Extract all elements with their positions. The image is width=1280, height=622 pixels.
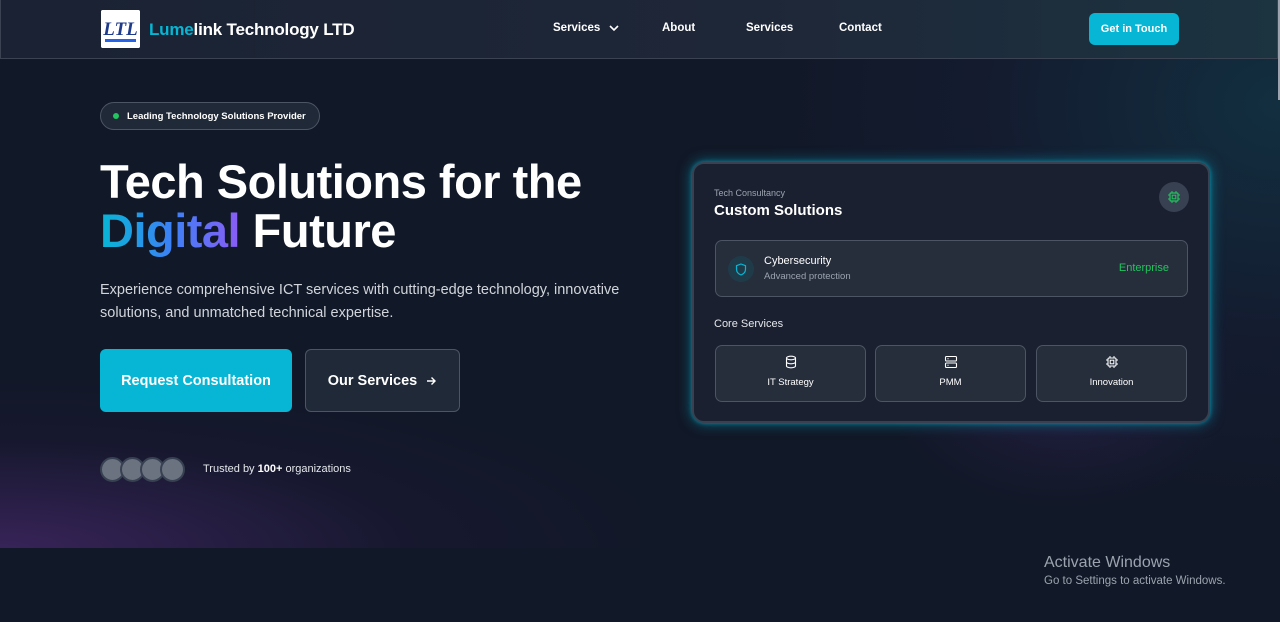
feature-subtitle: Advanced protection xyxy=(764,271,851,282)
company-logo[interactable]: LTL xyxy=(101,10,140,48)
cybersecurity-feature[interactable]: Cybersecurity Advanced protection Enterp… xyxy=(715,240,1188,297)
hero-title-line2: Future xyxy=(240,204,397,257)
nav-services-link-label: Services xyxy=(746,22,794,34)
activate-windows-subtitle: Go to Settings to activate Windows. xyxy=(1044,575,1226,587)
arrow-right-icon xyxy=(427,376,437,385)
status-dot-icon xyxy=(113,113,119,119)
brand-name-rest: link Technology LTD xyxy=(193,20,355,39)
cpu-icon xyxy=(1159,182,1189,212)
server-icon xyxy=(944,355,957,369)
site-header: LTL Lumelink Technology LTD Services Abo… xyxy=(0,0,1278,59)
nav-services-label: Services xyxy=(553,22,601,34)
hero-badge-label: Leading Technology Solutions Provider xyxy=(127,110,306,122)
hero-title-highlight: Digital xyxy=(100,204,241,257)
nav-about[interactable]: About xyxy=(662,22,695,34)
service-it-strategy[interactable]: IT Strategy xyxy=(715,345,866,402)
feature-title: Cybersecurity xyxy=(764,255,832,267)
hero-title-line1: Tech Solutions for the xyxy=(100,155,582,208)
trusted-prefix: Trusted by xyxy=(203,463,258,475)
svg-text:LTL: LTL xyxy=(102,19,137,40)
get-in-touch-button[interactable]: Get in Touch xyxy=(1089,13,1179,45)
nav-contact-label: Contact xyxy=(839,22,882,34)
database-icon xyxy=(785,355,796,369)
request-consultation-button[interactable]: Request Consultation xyxy=(100,349,292,412)
service-label: IT Strategy xyxy=(767,377,814,388)
service-label: Innovation xyxy=(1089,377,1134,388)
avatar-group xyxy=(100,457,190,483)
trusted-count: 100+ xyxy=(257,463,283,475)
service-pmm[interactable]: PMM xyxy=(875,345,1026,402)
trusted-by-text: Trusted by 100+ organizations xyxy=(203,463,351,475)
service-label: PMM xyxy=(939,377,962,388)
cpu-icon xyxy=(1105,356,1118,368)
core-services-label: Core Services xyxy=(714,318,784,330)
hero-description: Experience comprehensive ICT services wi… xyxy=(100,282,620,321)
hero-title: Tech Solutions for the Digital Future xyxy=(100,157,582,255)
brand-name[interactable]: Lumelink Technology LTD xyxy=(149,20,355,40)
nav-services-dropdown[interactable]: Services xyxy=(553,22,620,34)
solutions-card: Tech Consultancy Custom Solutions Cybers… xyxy=(692,162,1210,423)
chevron-down-icon xyxy=(608,25,619,32)
service-innovation[interactable]: Innovation xyxy=(1036,345,1187,402)
nav-services[interactable]: Services xyxy=(746,22,793,34)
activate-windows-title: Activate Windows xyxy=(1044,554,1171,571)
card-title: Custom Solutions xyxy=(714,202,843,219)
trusted-suffix: organizations xyxy=(282,463,351,475)
feature-tag: Enterprise xyxy=(1118,262,1169,274)
avatar xyxy=(160,457,185,482)
our-services-label: Our Services xyxy=(327,372,418,389)
brand-name-accent: Lume xyxy=(149,20,194,39)
nav-contact[interactable]: Contact xyxy=(839,22,882,34)
shield-icon xyxy=(728,256,754,282)
card-kicker: Tech Consultancy xyxy=(714,188,786,198)
nav-about-label: About xyxy=(662,22,696,34)
hero-badge: Leading Technology Solutions Provider xyxy=(100,102,320,130)
our-services-button[interactable]: Our Services xyxy=(305,349,460,412)
